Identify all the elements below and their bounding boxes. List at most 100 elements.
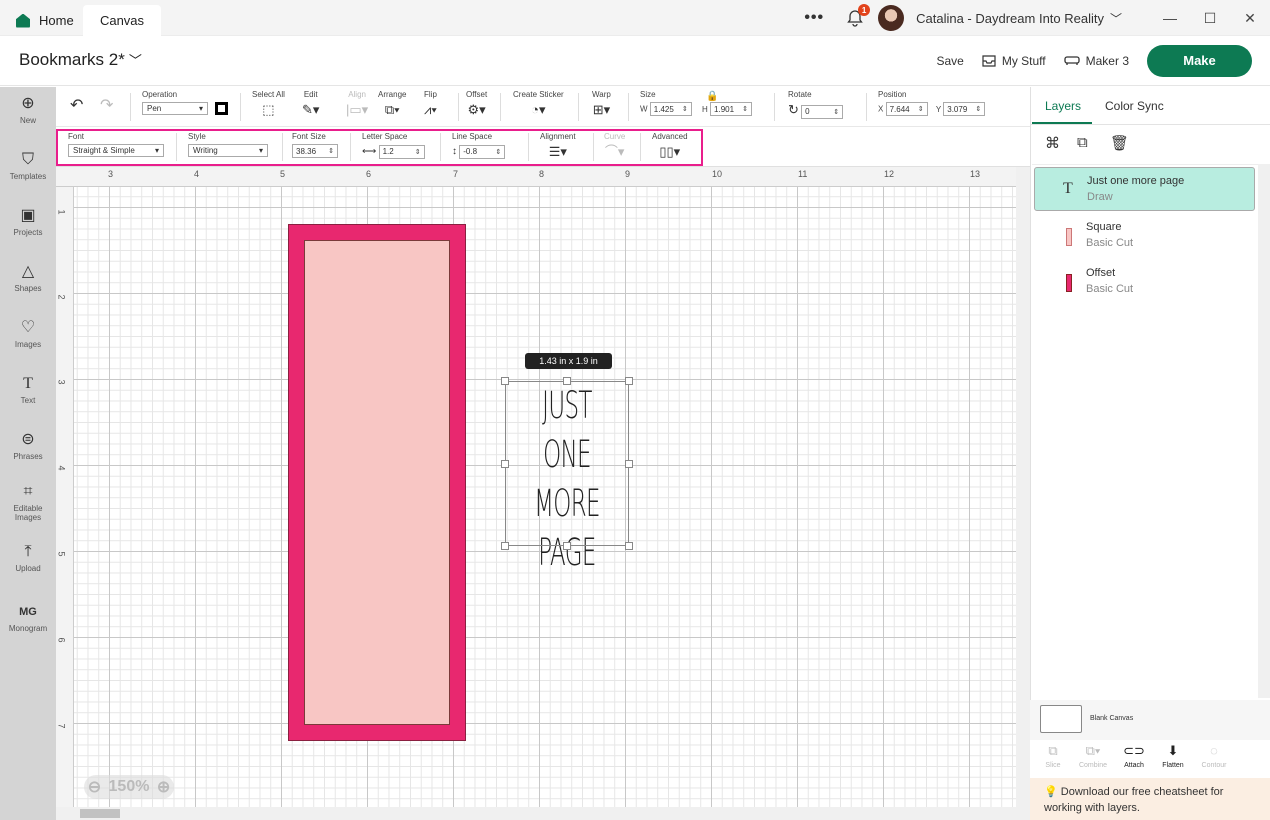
layer-item-square[interactable]: Square Basic Cut <box>1034 214 1255 258</box>
offset-button[interactable]: Offset ⚙▾ <box>466 90 487 118</box>
chevron-down-icon[interactable]: ﹀ <box>1110 10 1122 27</box>
horizontal-scroll-thumb[interactable] <box>80 809 120 818</box>
contour-button[interactable]: ◌ Contour <box>1194 742 1234 769</box>
layer-item-offset[interactable]: Offset Basic Cut <box>1034 260 1255 304</box>
duplicate-icon[interactable]: ⧉ <box>1077 134 1088 151</box>
flatten-button[interactable]: ⬇ Flatten <box>1153 742 1193 769</box>
sidebar-item-phrases[interactable]: ⊜ Phrases <box>0 431 56 461</box>
edit-toolbar: ↶ ↷ Operation Pen ▾ Select All ⬚ Edit ✎▾ Al… <box>56 87 1030 127</box>
resize-handle[interactable] <box>563 542 571 550</box>
project-title[interactable]: Bookmarks 2* ﹀ <box>19 50 142 70</box>
save-button[interactable]: Save <box>936 54 963 68</box>
shapes-icon: △ <box>21 263 35 280</box>
stepper-icon[interactable]: ⇕ <box>682 105 688 113</box>
group-icon[interactable]: ⌘ <box>1045 134 1060 152</box>
resize-handle[interactable] <box>501 377 509 385</box>
edit-button[interactable]: Edit ✎▾ <box>302 90 319 118</box>
tab-canvas[interactable]: Canvas <box>83 5 161 36</box>
create-sticker-button[interactable]: Create Sticker ◔▾ <box>513 90 564 118</box>
sidebar-item-upload[interactable]: ⤒ Upload <box>0 543 56 573</box>
resize-handle[interactable] <box>625 460 633 468</box>
zoom-in-button[interactable]: ⊕ <box>157 777 170 797</box>
inbox-icon <box>982 54 996 67</box>
tab-color-sync[interactable]: Color Sync <box>1105 99 1164 113</box>
minimize-button[interactable]: — <box>1150 10 1190 26</box>
sidebar-label: Upload <box>15 564 41 573</box>
select-all-button[interactable]: Select All ⬚ <box>252 90 285 118</box>
undo-button[interactable]: ↶ <box>70 98 83 114</box>
y-input[interactable]: 3.079 ⇕ <box>943 102 986 116</box>
square-shape[interactable] <box>304 240 450 725</box>
trash-icon[interactable]: 🗑 <box>1110 134 1129 152</box>
divider <box>866 93 867 121</box>
slice-button[interactable]: ⧉ Slice <box>1033 742 1073 769</box>
user-name[interactable]: Catalina - Daydream Into Reality <box>916 11 1104 26</box>
layer-color-swatch <box>1066 228 1072 246</box>
x-value: 7.644 <box>889 104 910 114</box>
selection-box[interactable] <box>501 377 633 550</box>
sidebar-item-images[interactable]: ♡ Images <box>0 319 56 349</box>
maximize-button[interactable]: ☐ <box>1190 10 1230 27</box>
height-input[interactable]: 1.901 ⇕ <box>710 102 753 116</box>
close-button[interactable]: ✕ <box>1230 10 1270 27</box>
flip-button[interactable]: Flip ⩘▾ <box>424 90 437 118</box>
ruler-tick: 5 <box>56 551 67 557</box>
sidebar-item-new[interactable]: ⊕ New <box>0 95 56 125</box>
horizontal-scrollbar[interactable] <box>56 807 1016 820</box>
operation-select[interactable]: Pen ▾ <box>142 102 208 115</box>
resize-handle[interactable] <box>625 542 633 550</box>
ruler-tick: 6 <box>366 169 372 179</box>
sidebar-item-shapes[interactable]: △ Shapes <box>0 263 56 293</box>
combine-button[interactable]: ⧉▾ Combine <box>1073 742 1113 769</box>
zoom-out-button[interactable]: ⊖ <box>88 777 101 797</box>
slice-icon: ⧉ <box>1048 743 1058 758</box>
machine-button[interactable]: Maker 3 <box>1063 53 1129 68</box>
x-input[interactable]: 7.644 ⇕ <box>885 102 928 116</box>
tab-layers[interactable]: Layers <box>1045 99 1081 113</box>
vertical-scrollbar[interactable] <box>1016 167 1030 820</box>
ruler-tick: 1 <box>56 209 67 215</box>
warp-icon: ⊞▾ <box>592 102 611 117</box>
sidebar-item-templates[interactable]: ⛉ Templates <box>0 151 56 181</box>
x-label: X <box>878 104 884 114</box>
notifications-button[interactable]: 1 <box>846 4 871 27</box>
resize-handle[interactable] <box>501 542 509 550</box>
pen-color-swatch[interactable] <box>215 102 229 116</box>
attach-button[interactable]: ⊂⊃ Attach <box>1114 742 1154 769</box>
y-value: 3.079 <box>947 104 968 114</box>
sidebar-item-projects[interactable]: ▣ Projects <box>0 207 56 237</box>
sidebar-item-editable-images[interactable]: ⌗ Editable Images <box>0 483 56 522</box>
cheatsheet-tip[interactable]: 💡 Download our free cheatsheet for worki… <box>1030 778 1270 820</box>
lock-icon[interactable]: 🔒 <box>706 91 718 102</box>
my-stuff-button[interactable]: My Stuff <box>982 54 1046 68</box>
layers-scrollbar[interactable] <box>1258 164 1270 698</box>
redo-button[interactable]: ↷ <box>100 98 113 114</box>
align-button[interactable]: Align |▭▾ <box>346 90 368 118</box>
zoom-level: 150% <box>108 778 150 795</box>
arrange-button[interactable]: Arrange ⧉▾ <box>378 90 406 118</box>
resize-handle[interactable] <box>563 377 571 385</box>
lightbulb-icon: 💡 <box>1044 786 1058 798</box>
tab-home[interactable]: Home <box>8 5 83 36</box>
machine-label: Maker 3 <box>1085 53 1129 68</box>
avatar[interactable] <box>878 5 905 31</box>
width-input[interactable]: 1.425 ⇕ <box>649 102 692 116</box>
ruler-tick: 8 <box>539 169 545 179</box>
sidebar-item-monogram[interactable]: MG Monogram <box>0 603 56 633</box>
ruler-tick: 3 <box>56 379 67 385</box>
warp-button[interactable]: Warp ⊞▾ <box>592 90 611 118</box>
resize-handle[interactable] <box>501 460 509 468</box>
layer-item-text[interactable]: T Just one more page Draw <box>1034 167 1255 211</box>
resize-handle[interactable] <box>625 377 633 385</box>
make-button[interactable]: Make <box>1147 44 1252 77</box>
stepper-icon[interactable]: ⇕ <box>975 105 981 113</box>
stepper-icon[interactable]: ⇕ <box>918 105 924 113</box>
tip-text[interactable]: Download our free cheatsheet for working… <box>1044 786 1223 814</box>
stepper-icon[interactable]: ⇕ <box>742 105 748 113</box>
sidebar-item-text[interactable]: T Text <box>0 375 56 405</box>
blank-canvas-thumbnail[interactable] <box>1040 705 1082 733</box>
stepper-icon[interactable]: ⇕ <box>833 108 839 116</box>
rotate-input[interactable]: 0 ⇕ <box>801 104 844 119</box>
more-options-icon[interactable]: ••• <box>804 9 824 27</box>
design-canvas[interactable]: 1.43 in x 1.9 in JUST ONE MORE PAGE <box>74 187 1016 807</box>
